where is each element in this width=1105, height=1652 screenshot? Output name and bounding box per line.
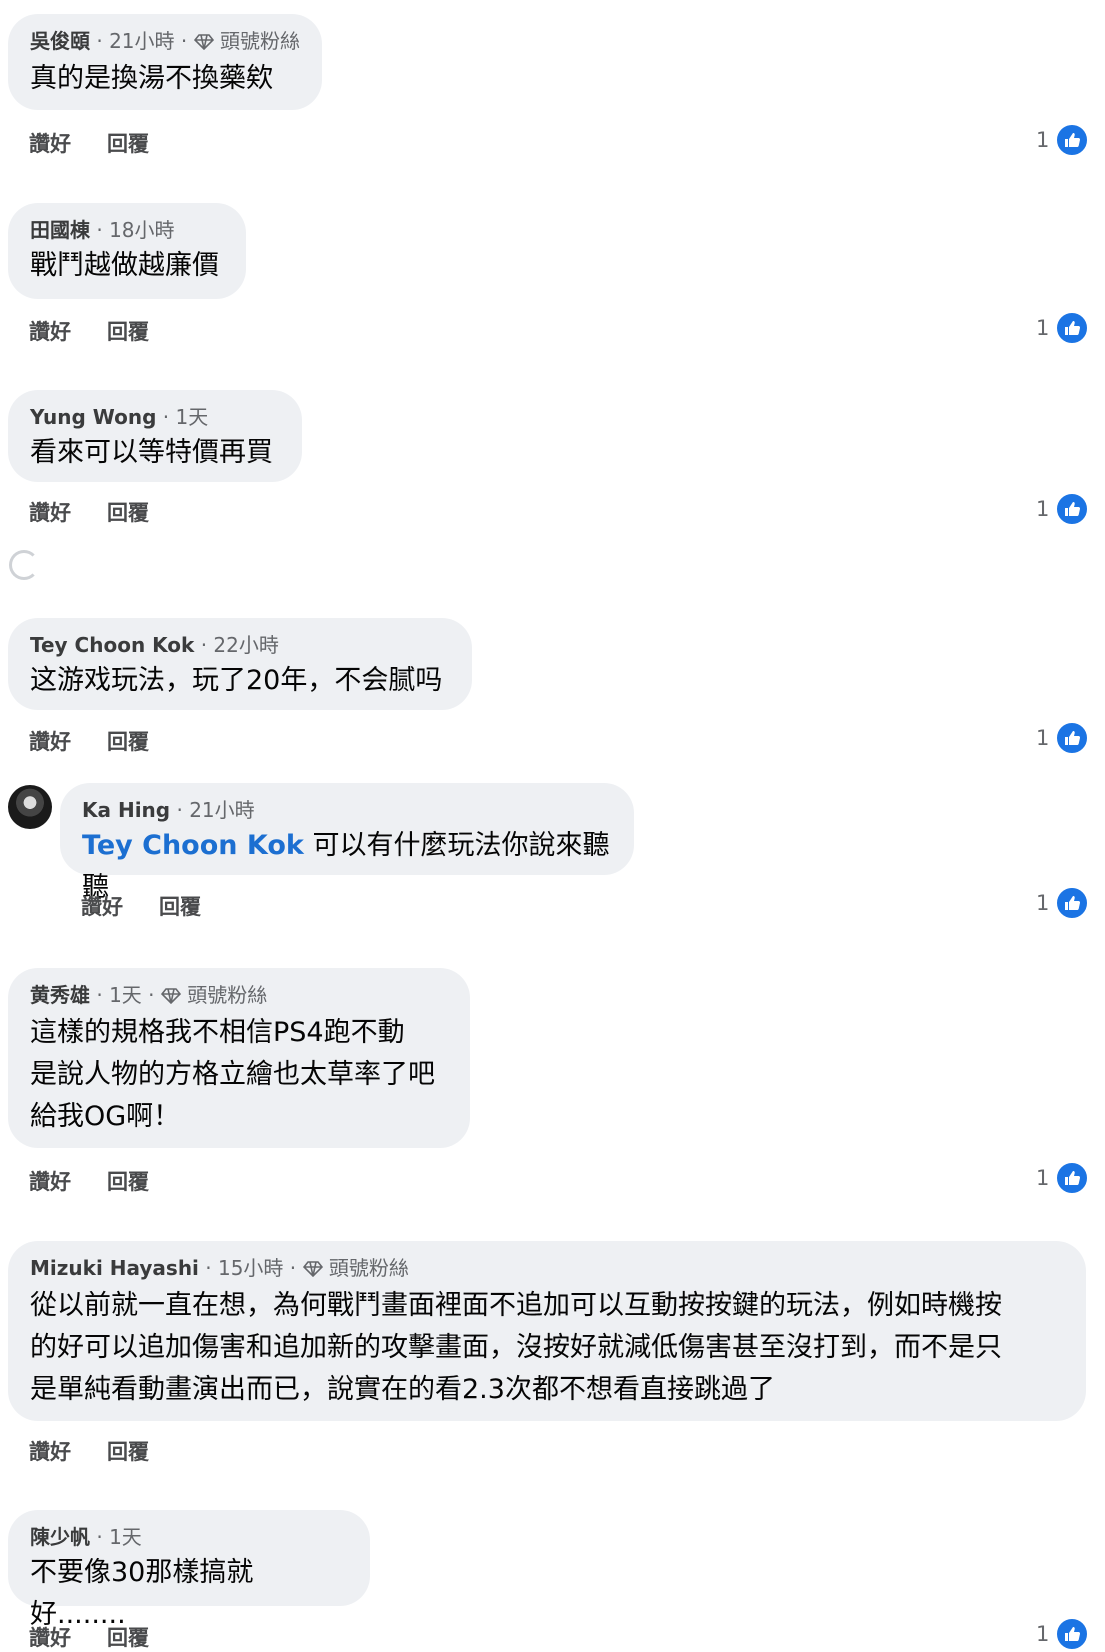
comment-time[interactable]: 18小時 xyxy=(109,218,174,242)
reaction-summary[interactable]: 1 xyxy=(1036,721,1090,755)
reply-bubble: Ka Hing · 21小時 Tey Choon Kok 可以有什麼玩法你說來聽… xyxy=(60,783,634,903)
thumbs-up-icon xyxy=(1055,1161,1090,1195)
comment-actions: 讚好 回覆 xyxy=(29,497,149,527)
comment-time[interactable]: 1天 xyxy=(109,983,142,1007)
like-button[interactable]: 讚好 xyxy=(81,895,123,919)
thumbs-up-icon xyxy=(1055,1617,1090,1651)
comment-actions: 讚好 回覆 xyxy=(29,316,149,346)
comment-actions: 讚好 回覆 xyxy=(29,726,149,756)
comment-text-line: 這樣的規格我不相信PS4跑不動 xyxy=(30,1017,405,1048)
reply-button[interactable]: 回覆 xyxy=(107,320,149,344)
commenter-name[interactable]: Yung Wong xyxy=(30,405,156,429)
commenter-name[interactable]: 陳少帆 xyxy=(30,1525,90,1549)
avatar[interactable] xyxy=(8,785,52,829)
reaction-summary[interactable]: 1 xyxy=(1036,1161,1090,1195)
mention-link[interactable]: Tey Choon Kok xyxy=(82,830,304,861)
reaction-summary[interactable]: 1 xyxy=(1036,1617,1090,1651)
like-button[interactable]: 讚好 xyxy=(29,501,71,525)
loading-spinner-icon xyxy=(9,550,39,580)
reply-button[interactable]: 回覆 xyxy=(107,1626,149,1650)
comment-actions: 讚好 回覆 xyxy=(29,128,149,158)
comment-text-line: 是單純看動畫演出而已，說實在的看2.3次都不想看直接跳過了 xyxy=(30,1374,775,1405)
thumbs-up-icon xyxy=(1055,311,1090,345)
comment-time[interactable]: 1天 xyxy=(109,1525,142,1549)
comment-actions: 讚好 回覆 xyxy=(29,1166,149,1196)
reply-button[interactable]: 回覆 xyxy=(107,132,149,156)
reply-button[interactable]: 回覆 xyxy=(159,895,201,919)
reaction-summary[interactable]: 1 xyxy=(1036,886,1090,920)
reaction-summary[interactable]: 1 xyxy=(1036,311,1090,345)
comment-meta: 黄秀雄 · 1天 · 頭號粉絲 xyxy=(30,980,448,1012)
commenter-name[interactable]: 黄秀雄 xyxy=(30,983,90,1007)
thumbs-up-icon xyxy=(1055,886,1090,920)
comment-time[interactable]: 15小時 xyxy=(218,1256,283,1280)
like-button[interactable]: 讚好 xyxy=(29,132,71,156)
reply-button[interactable]: 回覆 xyxy=(107,730,149,754)
comment-text: 真的是換湯不換藥欸 xyxy=(30,63,273,94)
like-button[interactable]: 讚好 xyxy=(29,1626,71,1650)
reaction-count: 1 xyxy=(1036,1622,1050,1646)
thumbs-up-icon xyxy=(1055,123,1090,157)
comment-time[interactable]: 22小時 xyxy=(213,633,278,657)
comment-bubble: 田國棟 · 18小時 戰鬥越做越廉價 xyxy=(8,203,246,299)
reaction-count: 1 xyxy=(1036,1166,1050,1190)
comment-meta: Yung Wong · 1天 xyxy=(30,405,209,429)
reply-button[interactable]: 回覆 xyxy=(107,1440,149,1464)
like-button[interactable]: 讚好 xyxy=(29,320,71,344)
comment-text: 这游戏玩法，玩了20年，不会腻吗 xyxy=(30,665,443,696)
comment-text-line: 從以前就一直在想，為何戰鬥畫面裡面不追加可以互動按按鍵的玩法，例如時機按 xyxy=(30,1290,1002,1321)
comment-text-line: 給我OG啊！ xyxy=(30,1101,181,1132)
reaction-count: 1 xyxy=(1036,891,1050,915)
comment-actions: 讚好 回覆 xyxy=(29,1622,149,1652)
commenter-name[interactable]: Mizuki Hayashi xyxy=(30,1256,199,1280)
like-button[interactable]: 讚好 xyxy=(29,1440,71,1464)
comment-meta: 田國棟 · 18小時 xyxy=(30,218,175,242)
commenter-name[interactable]: Tey Choon Kok xyxy=(30,633,194,657)
comment-meta: Ka Hing · 21小時 xyxy=(82,798,255,822)
reply-button[interactable]: 回覆 xyxy=(107,1170,149,1194)
comment-text: 戰鬥越做越廉價 xyxy=(30,250,219,281)
reaction-summary[interactable]: 1 xyxy=(1036,492,1090,526)
comment-meta: 吳俊頤 · 21小時 · 頭號粉絲 xyxy=(30,26,300,58)
reaction-count: 1 xyxy=(1036,497,1050,521)
commenter-name[interactable]: 吳俊頤 xyxy=(30,29,90,53)
top-fan-badge: 頭號粉絲 xyxy=(219,29,300,53)
comment-bubble: Yung Wong · 1天 看來可以等特價再買 xyxy=(8,390,302,482)
reaction-summary[interactable]: 1 xyxy=(1036,123,1090,157)
comment-bubble: 陳少帆 · 1天 不要像30那樣搞就好........ xyxy=(8,1510,370,1630)
comment-meta: Mizuki Hayashi · 15小時 · 頭號粉絲 xyxy=(30,1253,1064,1285)
top-fan-badge: 頭號粉絲 xyxy=(328,1256,409,1280)
top-fan-badge: 頭號粉絲 xyxy=(187,983,268,1007)
comment-text-line: 的好可以追加傷害和追加新的攻擊畫面，沒按好就減低傷害甚至沒打到，而不是只 xyxy=(30,1332,1002,1363)
comment-bubble: Mizuki Hayashi · 15小時 · 頭號粉絲 從以前就一直在想，為何… xyxy=(8,1241,1086,1421)
comment-text-line: 是說人物的方格立繪也太草率了吧 xyxy=(30,1059,435,1090)
reply-button[interactable]: 回覆 xyxy=(107,501,149,525)
like-button[interactable]: 讚好 xyxy=(29,730,71,754)
top-fan-diamond-icon xyxy=(193,28,214,58)
reaction-count: 1 xyxy=(1036,726,1050,750)
comment-actions: 讚好 回覆 xyxy=(81,891,201,921)
comment-bubble: 吳俊頤 · 21小時 · 頭號粉絲 真的是換湯不換藥欸 xyxy=(8,14,322,110)
comment-bubble: Tey Choon Kok · 22小時 这游戏玩法，玩了20年，不会腻吗 xyxy=(8,618,472,710)
comment-time[interactable]: 21小時 xyxy=(109,29,174,53)
comment-text: 看來可以等特價再買 xyxy=(30,437,273,468)
top-fan-diamond-icon xyxy=(160,982,181,1012)
thumbs-up-icon xyxy=(1055,492,1090,526)
commenter-name[interactable]: 田國棟 xyxy=(30,218,90,242)
comment-actions: 讚好 回覆 xyxy=(29,1436,149,1466)
commenter-name[interactable]: Ka Hing xyxy=(82,798,170,822)
comment-time[interactable]: 21小時 xyxy=(189,798,254,822)
comment-meta: 陳少帆 · 1天 xyxy=(30,1525,142,1549)
comment-meta: Tey Choon Kok · 22小時 xyxy=(30,633,279,657)
reaction-count: 1 xyxy=(1036,316,1050,340)
like-button[interactable]: 讚好 xyxy=(29,1170,71,1194)
comment-bubble: 黄秀雄 · 1天 · 頭號粉絲 這樣的規格我不相信PS4跑不動 是說人物的方格立… xyxy=(8,968,470,1148)
top-fan-diamond-icon xyxy=(302,1255,323,1285)
comment-time[interactable]: 1天 xyxy=(176,405,209,429)
reaction-count: 1 xyxy=(1036,128,1050,152)
thumbs-up-icon xyxy=(1055,721,1090,755)
